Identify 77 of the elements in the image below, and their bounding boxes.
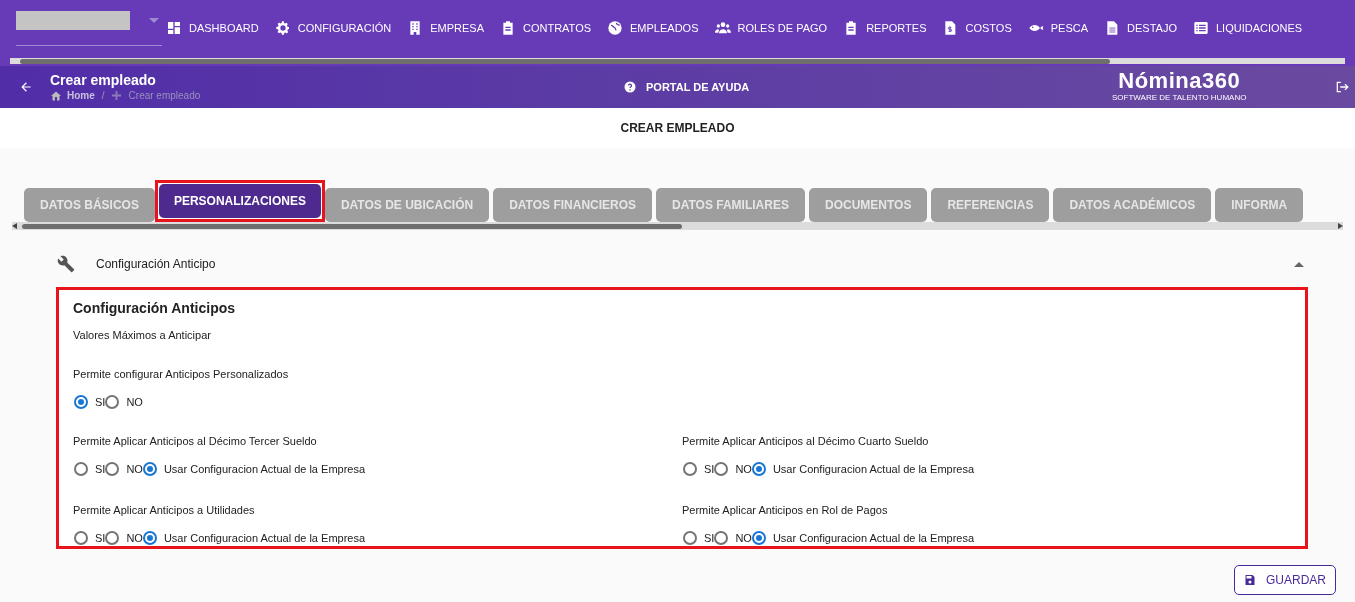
tab[interactable]: PERSONALIZACIONES — [158, 184, 321, 218]
nav-item[interactable]: LIQUIDACIONES — [1192, 19, 1303, 37]
accordion-header[interactable]: Configuración Anticipo — [57, 253, 1308, 275]
question-label: Permite Aplicar Anticipos a Utilidades — [73, 502, 256, 518]
radio-button[interactable] — [74, 531, 88, 546]
nav-item[interactable]: ROLES DE PAGO — [714, 19, 828, 37]
breadcrumb-separator: / — [101, 89, 105, 102]
radio-option[interactable]: NO — [105, 530, 143, 547]
wrench-icon — [57, 255, 75, 273]
gear-icon — [274, 20, 291, 36]
scrollbar-thumb[interactable] — [22, 223, 682, 229]
radio-option[interactable]: SI — [683, 530, 715, 547]
radio-button[interactable] — [142, 531, 157, 546]
question-label: Permite Aplicar Anticipos en Rol de Pagos — [682, 502, 889, 518]
plus-icon — [111, 91, 121, 100]
radio-button[interactable] — [105, 462, 120, 477]
radio-option[interactable]: Usar Configuracion Actual de la Empresa — [751, 461, 975, 478]
breadcrumb-link[interactable]: Home — [67, 89, 95, 102]
scroll-right-icon[interactable] — [1338, 223, 1343, 229]
list-icon — [1192, 20, 1209, 36]
radio-option[interactable]: Usar Configuracion Actual de la Empresa — [142, 461, 366, 478]
save-button[interactable]: GUARDAR — [1234, 565, 1336, 595]
globe-icon — [607, 20, 624, 36]
collapse-caret-icon[interactable] — [1294, 261, 1304, 267]
page-title: CREAR EMPLEADO — [620, 120, 735, 137]
nav-item[interactable]: COSTOS — [942, 19, 1012, 37]
radio-option[interactable]: NO — [105, 394, 143, 411]
nav-item[interactable]: PESCA — [1027, 19, 1089, 37]
nav-item[interactable]: EMPRESA — [407, 19, 484, 37]
caret-icon — [149, 18, 159, 23]
logout-icon[interactable] — [1335, 80, 1349, 94]
clipboard-icon — [500, 20, 516, 36]
radio-option[interactable]: NO — [105, 461, 143, 478]
section-subtitle: Valores Máximos a Anticipar — [73, 328, 212, 343]
company-select[interactable] — [16, 10, 162, 46]
help-icon — [624, 81, 636, 94]
page-header-title: Crear empleado — [50, 72, 157, 89]
radio-button[interactable] — [683, 531, 697, 546]
nav-item[interactable]: DESTAJO — [1104, 19, 1177, 37]
question-label: Permite configurar Anticipos Personalizados — [73, 366, 290, 382]
nav-item[interactable]: DASHBOARD — [166, 19, 259, 37]
radio-button[interactable] — [714, 531, 729, 546]
nav-item[interactable]: EMPLEADOS — [607, 19, 699, 37]
question-label: Permite Aplicar Anticipos al Décimo Cuarto Sueldo — [682, 433, 930, 449]
question-label: Permite Aplicar Anticipos al Décimo Tercer Sueldo — [73, 433, 318, 449]
radio-option[interactable]: SI — [683, 461, 715, 478]
radio-button[interactable] — [751, 462, 766, 477]
back-arrow-icon[interactable] — [19, 80, 33, 94]
radio-button[interactable] — [105, 395, 120, 410]
logo-name: Nómina360 — [1118, 69, 1241, 93]
home-icon — [50, 90, 62, 101]
dashboard-icon — [166, 20, 182, 36]
scrollbar-thumb[interactable] — [20, 58, 1110, 64]
radio-option[interactable]: NO — [714, 530, 752, 547]
people-icon — [714, 20, 731, 36]
nav-item[interactable]: REPORTES — [843, 19, 927, 37]
radio-button[interactable] — [751, 531, 766, 546]
radio-button[interactable] — [142, 462, 157, 477]
scroll-left-icon[interactable] — [12, 223, 17, 229]
nav-item[interactable]: CONTRATOS — [500, 19, 592, 37]
breadcrumb-current: Crear empleado — [128, 89, 201, 102]
radio-button[interactable] — [105, 531, 120, 546]
section-title: Configuración Anticipos — [73, 299, 237, 318]
radio-option[interactable]: SI — [74, 530, 106, 547]
radio-option[interactable]: SI — [74, 461, 106, 478]
radio-button[interactable] — [714, 462, 729, 477]
radio-button[interactable] — [74, 395, 88, 410]
radio-option[interactable]: Usar Configuracion Actual de la Empresa — [142, 530, 366, 547]
radio-button[interactable] — [683, 462, 697, 477]
nav-item[interactable]: CONFIGURACIÓN — [274, 19, 392, 37]
radio-option[interactable]: Usar Configuracion Actual de la Empresa — [751, 530, 975, 547]
radio-option[interactable]: SI — [74, 394, 106, 411]
help-portal-link[interactable]: PORTAL DE AYUDA — [646, 79, 750, 96]
radio-button[interactable] — [74, 462, 88, 477]
logo-tagline: SOFTWARE DE TALENTO HUMANO — [1112, 93, 1247, 103]
radio-option[interactable]: NO — [714, 461, 752, 478]
accordion-title: Configuración Anticipo — [96, 256, 216, 273]
